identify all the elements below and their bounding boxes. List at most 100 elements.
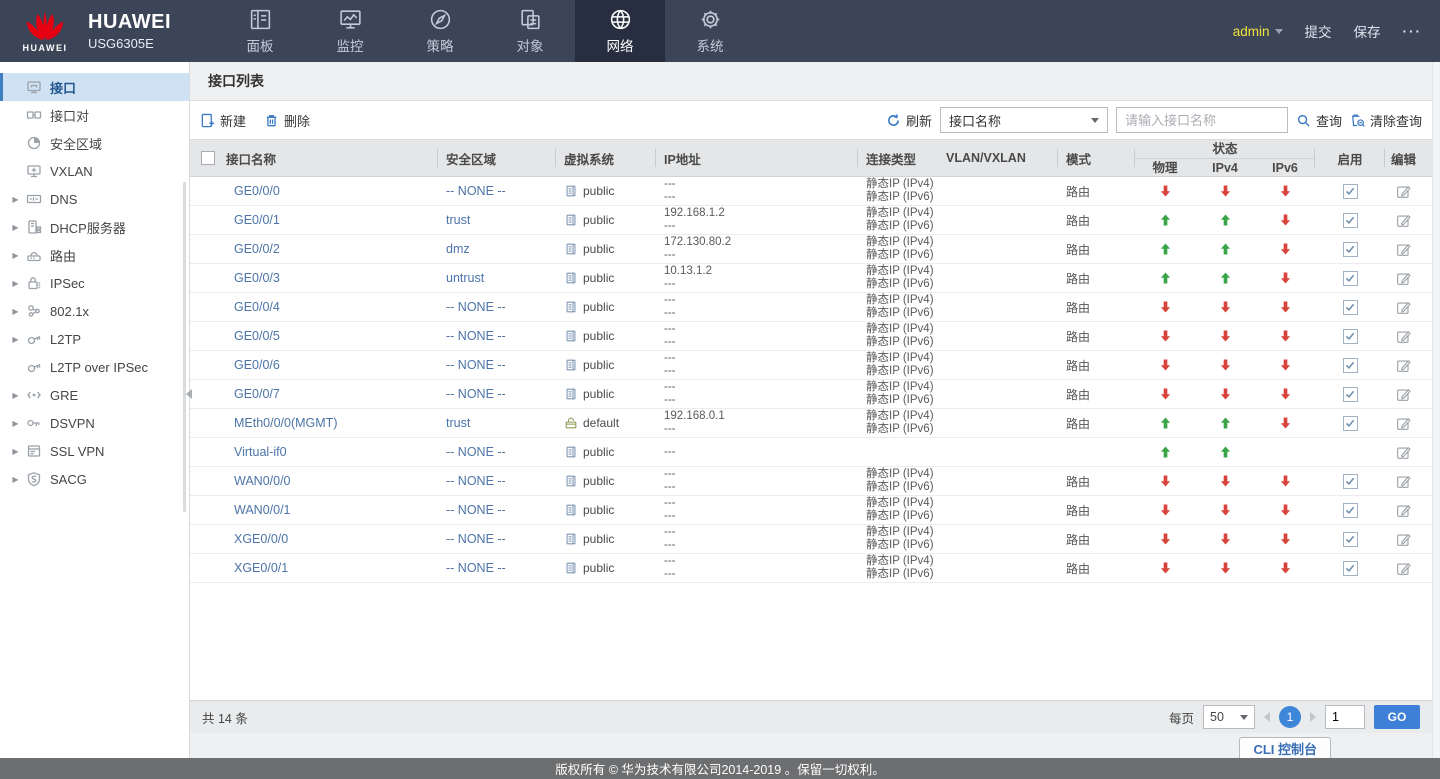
enable-cell	[1315, 212, 1385, 228]
edit-button[interactable]	[1396, 474, 1411, 489]
enable-checkbox[interactable]	[1342, 270, 1358, 286]
security-zone-link[interactable]: -- NONE --	[446, 503, 506, 517]
enable-checkbox[interactable]	[1342, 502, 1358, 518]
security-zone-link[interactable]: -- NONE --	[446, 387, 506, 401]
sidebar-item-gre[interactable]: ▶ GRE	[0, 381, 189, 409]
security-zone-link[interactable]: untrust	[446, 271, 484, 285]
interface-name-link[interactable]: GE0/0/3	[234, 271, 280, 285]
clear-query-button[interactable]: 清除查询	[1350, 111, 1422, 130]
security-zone-link[interactable]: -- NONE --	[446, 300, 506, 314]
delete-button[interactable]: 删除	[264, 111, 310, 130]
sidebar-item-sacg[interactable]: ▶ SACG	[0, 465, 189, 493]
interface-name-link[interactable]: GE0/0/1	[234, 213, 280, 227]
interface-name-link[interactable]: XGE0/0/1	[234, 561, 288, 575]
enable-checkbox[interactable]	[1342, 212, 1358, 228]
security-zone-link[interactable]: -- NONE --	[446, 358, 506, 372]
interface-name-link[interactable]: XGE0/0/0	[234, 532, 288, 546]
enable-checkbox[interactable]	[1342, 415, 1358, 431]
select-all-checkbox[interactable]	[201, 151, 215, 165]
interface-name-link[interactable]: Virtual-if0	[234, 445, 287, 459]
filter-field-select[interactable]: 接口名称	[939, 107, 1108, 133]
sidebar-item-route[interactable]: ▶ 路由	[0, 241, 189, 269]
security-zone-link[interactable]: -- NONE --	[446, 474, 506, 488]
nav-tab-monitor[interactable]: 监控	[305, 0, 395, 62]
cli-console-button[interactable]: CLI 控制台	[1239, 737, 1331, 758]
sidebar-scrollbar[interactable]	[183, 182, 186, 512]
interface-name-link[interactable]: GE0/0/7	[234, 387, 280, 401]
sidebar-item-vxlan[interactable]: VXLAN	[0, 157, 189, 185]
enable-checkbox[interactable]	[1342, 473, 1358, 489]
edit-button[interactable]	[1396, 242, 1411, 257]
edit-button[interactable]	[1396, 213, 1411, 228]
new-button[interactable]: 新建	[200, 111, 246, 130]
sidebar-item-security-zone[interactable]: 安全区域	[0, 129, 189, 157]
goto-page-input[interactable]	[1325, 705, 1365, 729]
save-button[interactable]: 保存	[1354, 21, 1381, 41]
edit-button[interactable]	[1396, 184, 1411, 199]
vertical-scrollbar[interactable]	[1432, 62, 1440, 779]
enable-checkbox[interactable]	[1342, 241, 1358, 257]
security-zone-link[interactable]: -- NONE --	[446, 184, 506, 198]
interface-name-link[interactable]: MEth0/0/0(MGMT)	[234, 416, 338, 430]
interface-name-link[interactable]: GE0/0/4	[234, 300, 280, 314]
sidebar-item-dot1x[interactable]: ▶ 802.1x	[0, 297, 189, 325]
nav-tab-object[interactable]: 对象	[485, 0, 575, 62]
edit-button[interactable]	[1396, 387, 1411, 402]
security-zone-link[interactable]: -- NONE --	[446, 561, 506, 575]
enable-cell	[1315, 241, 1385, 257]
edit-button[interactable]	[1396, 271, 1411, 286]
sidebar-collapse-handle[interactable]	[186, 389, 192, 399]
edit-button[interactable]	[1396, 300, 1411, 315]
enable-checkbox[interactable]	[1342, 299, 1358, 315]
edit-button[interactable]	[1396, 561, 1411, 576]
sidebar-item-interface-pair[interactable]: 接口对	[0, 101, 189, 129]
sidebar-item-dns[interactable]: ▶ DNS	[0, 185, 189, 213]
edit-button[interactable]	[1396, 416, 1411, 431]
sidebar-item-ssl-vpn[interactable]: ▶ SSL VPN	[0, 437, 189, 465]
sidebar-item-l2tp-over-ipsec[interactable]: L2TP over IPSec	[0, 353, 189, 381]
interface-name-link[interactable]: WAN0/0/0	[234, 474, 291, 488]
refresh-button[interactable]: 刷新	[886, 111, 932, 130]
next-page-button[interactable]	[1310, 712, 1316, 722]
edit-button[interactable]	[1396, 503, 1411, 518]
interface-name-link[interactable]: GE0/0/6	[234, 358, 280, 372]
per-page-select[interactable]: 50	[1203, 705, 1255, 729]
commit-button[interactable]: 提交	[1305, 21, 1332, 41]
current-page-badge[interactable]: 1	[1279, 706, 1301, 728]
nav-tab-network[interactable]: 网络	[575, 0, 665, 62]
nav-tab-policy[interactable]: 策略	[395, 0, 485, 62]
sidebar-item-dhcp-server[interactable]: ▶ DHCP服务器	[0, 213, 189, 241]
interface-name-link[interactable]: GE0/0/5	[234, 329, 280, 343]
security-zone-link[interactable]: -- NONE --	[446, 445, 506, 459]
sidebar-item-l2tp[interactable]: ▶ L2TP	[0, 325, 189, 353]
prev-page-button[interactable]	[1264, 712, 1270, 722]
interface-name-link[interactable]: GE0/0/2	[234, 242, 280, 256]
enable-checkbox[interactable]	[1342, 328, 1358, 344]
enable-checkbox[interactable]	[1342, 386, 1358, 402]
edit-button[interactable]	[1396, 532, 1411, 547]
security-zone-link[interactable]: trust	[446, 213, 470, 227]
security-zone-link[interactable]: -- NONE --	[446, 329, 506, 343]
security-zone-link[interactable]: trust	[446, 416, 470, 430]
security-zone-link[interactable]: dmz	[446, 242, 470, 256]
user-menu[interactable]: admin	[1233, 24, 1283, 39]
nav-tab-system[interactable]: 系统	[665, 0, 755, 62]
security-zone-link[interactable]: -- NONE --	[446, 532, 506, 546]
sidebar-item-dsvpn[interactable]: ▶ DSVPN	[0, 409, 189, 437]
enable-checkbox[interactable]	[1342, 531, 1358, 547]
query-button[interactable]: 查询	[1296, 111, 1342, 130]
enable-checkbox[interactable]	[1342, 357, 1358, 373]
edit-button[interactable]	[1396, 358, 1411, 373]
sidebar-item-interface[interactable]: 接口	[0, 73, 189, 101]
enable-checkbox[interactable]	[1342, 183, 1358, 199]
sidebar-item-ipsec[interactable]: ▶ IPSec	[0, 269, 189, 297]
go-button[interactable]: GO	[1374, 705, 1420, 729]
nav-tab-dashboard[interactable]: 面板	[215, 0, 305, 62]
edit-button[interactable]	[1396, 445, 1411, 460]
search-input[interactable]	[1115, 107, 1288, 133]
enable-checkbox[interactable]	[1342, 560, 1358, 576]
more-menu-button[interactable]: ···	[1403, 24, 1423, 39]
interface-name-link[interactable]: WAN0/0/1	[234, 503, 291, 517]
edit-button[interactable]	[1396, 329, 1411, 344]
interface-name-link[interactable]: GE0/0/0	[234, 184, 280, 198]
